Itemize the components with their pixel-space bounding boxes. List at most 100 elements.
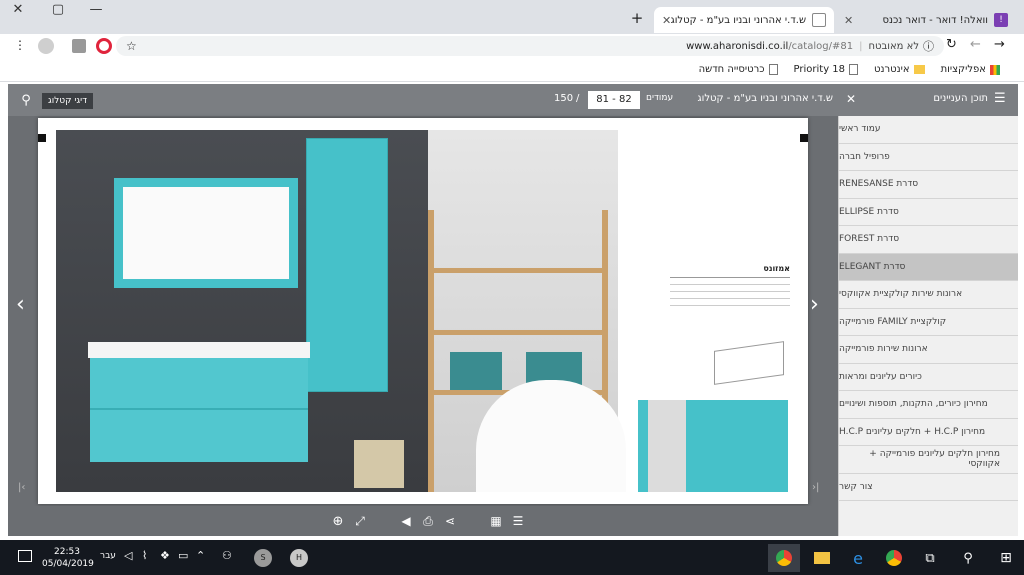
search-button[interactable]: דיגי קטלוג <box>42 93 94 109</box>
show-hidden-icon[interactable]: ⌃ <box>196 549 205 562</box>
new-tab-icon[interactable]: + <box>628 9 646 27</box>
bathroom-photo-right <box>428 130 626 492</box>
browser-tab-bar: ✕ ▢ — + ש.ד.י אהרוני ובניו בע"מ - קטלוג … <box>0 0 1024 34</box>
zoom-in-icon[interactable]: ⊕ <box>330 513 346 529</box>
list-view-icon[interactable]: ☰ <box>510 513 526 529</box>
close-tab-icon[interactable]: ✕ <box>844 14 853 27</box>
toc-item-price-formica[interactable]: מחירון חלקים עליונים פורמייקה + אקווקסי <box>839 446 1018 474</box>
sound-icon[interactable]: ◀ <box>398 513 414 529</box>
toc-item-contact[interactable]: צור קשר <box>839 474 1018 501</box>
book-spread[interactable]: אמזונס <box>38 118 808 504</box>
toc-item-formica-cabinets[interactable]: ארונות שירות פורמייקה <box>839 336 1018 364</box>
chrome-icon[interactable] <box>878 544 910 572</box>
clock[interactable]: 22:53 05/04/2019 <box>42 546 94 570</box>
corner-tag-left <box>38 134 46 142</box>
search-icon[interactable]: ⚲ <box>18 92 34 108</box>
close-window-icon[interactable]: ✕ <box>6 2 30 22</box>
toc-item-sinks-mirrors[interactable]: כיורים עליונים ומראות <box>839 364 1018 391</box>
pages-label: עמודים <box>646 93 674 103</box>
bathroom-photo-left <box>56 130 428 492</box>
url-host: www.aharonisdi.co.il <box>686 40 789 52</box>
flipbook-stage: ‹ › |‹ ›| אמזונס <box>8 116 838 506</box>
toc-item-forest[interactable]: סדרת FOREST <box>839 226 1018 254</box>
toc-list: עמוד ראשי פרופיל חברה סדרת RENESANSE סדר… <box>839 116 1018 501</box>
bookmark-apps[interactable]: אפליקציות <box>941 64 1000 75</box>
toc-item-aquoxy-cabinets[interactable]: ארונות שירות קולקציית אקווקסי <box>839 281 1018 309</box>
toc-item-price-sinks[interactable]: מחירון כיורים, התקנות, תוספות ושינויים <box>839 391 1018 419</box>
fullscreen-icon[interactable]: ⤢ <box>352 513 368 529</box>
tab-title: ש.ד.י אהרוני ובניו בע"מ - קטלוג <box>671 14 807 26</box>
detail-photo <box>638 400 788 492</box>
pdf-extension-icon[interactable] <box>72 39 86 53</box>
prev-page-icon[interactable]: ‹ <box>16 292 25 317</box>
url-path: /catalog/#81 <box>788 40 854 52</box>
url-field[interactable]: ⓘ לא מאובטח | www.aharonisdi.co.il /cata… <box>116 36 944 56</box>
toc-item-price-hcp[interactable]: מחירון H.C.P + חלקים עליונים H.C.P <box>839 419 1018 446</box>
bookmark-star-icon[interactable]: ☆ <box>126 39 137 53</box>
close-toc-icon[interactable]: ✕ <box>846 92 856 106</box>
print-icon[interactable]: ⎙ <box>420 513 436 529</box>
dropbox-icon[interactable]: ❖ <box>160 549 170 562</box>
taskbar-chrome-active[interactable] <box>768 544 800 572</box>
toc-item-elegant[interactable]: סדרת ELEGANT <box>839 253 1018 281</box>
list-icon[interactable]: ☰ <box>994 91 1006 106</box>
thumbnails-icon[interactable]: ▦ <box>488 513 504 529</box>
page-number-input[interactable]: 81 - 82 <box>588 91 640 109</box>
task-view-icon[interactable]: ⧉ <box>914 544 946 572</box>
bookmark-new-tab[interactable]: כרטיסייה חדשה <box>699 64 778 75</box>
notifications-icon[interactable] <box>18 550 32 562</box>
sink-counter <box>88 342 310 358</box>
catalog-header: ⚲ דיגי קטלוג 150 / 81 - 82 עמודים ש.ד.י … <box>8 84 1018 116</box>
bookmark-priority[interactable]: Priority 18 <box>794 64 859 75</box>
basket <box>354 440 404 488</box>
toc-item-company-profile[interactable]: פרופיל חברה <box>839 144 1018 171</box>
toc-item-home[interactable]: עמוד ראשי <box>839 116 1018 144</box>
search-icon[interactable]: ⚲ <box>952 544 984 572</box>
start-icon[interactable]: ⊞ <box>990 544 1022 572</box>
maximize-icon[interactable]: ▢ <box>46 2 70 22</box>
toc-item-ellipse[interactable]: סדרת ELLIPSE <box>839 199 1018 226</box>
network-icon[interactable]: ⌇ <box>142 549 147 562</box>
mirror <box>114 178 298 288</box>
info-icon: ⓘ <box>923 40 934 53</box>
avatar[interactable]: S <box>254 549 272 567</box>
bookmark-internet[interactable]: אינטרנט <box>874 64 925 75</box>
walla-icon: ! <box>994 13 1008 27</box>
catalog-toolbar: ⊕ ⤢ ◀ ⎙ ⋖ ▦ ☰ <box>8 506 838 536</box>
page-separator: / <box>576 93 580 104</box>
toc-item-family[interactable]: קולקציית FAMILY פורמייקה <box>839 309 1018 336</box>
page-icon <box>812 13 826 27</box>
tab-catalog[interactable]: ש.ד.י אהרוני ובניו בע"מ - קטלוג ✕ <box>654 7 834 33</box>
extension-icon[interactable] <box>38 38 54 54</box>
apps-icon <box>990 64 1000 75</box>
tray-icon[interactable]: ▭ <box>178 549 188 562</box>
close-tab-icon[interactable]: ✕ <box>662 14 671 27</box>
forward-icon[interactable]: ← <box>970 37 981 52</box>
edge-icon[interactable]: e <box>842 544 874 572</box>
address-bar: ⋮ ⓘ לא מאובטח | www.aharonisdi.co.il /ca… <box>0 34 1024 58</box>
people-icon[interactable]: ⚇ <box>222 549 232 562</box>
reload-icon[interactable]: ↻ <box>946 37 957 52</box>
toc-sidebar: עמוד ראשי פרופיל חברה סדרת RENESANSE סדר… <box>838 116 1018 536</box>
share-icon[interactable]: ⋖ <box>442 513 458 529</box>
menu-icon[interactable]: ⋮ <box>14 38 26 52</box>
cabinet-diagram <box>714 341 784 385</box>
volume-icon[interactable]: ◁ <box>124 549 132 562</box>
language-indicator[interactable]: עבר <box>100 551 116 561</box>
folder-icon <box>913 65 925 74</box>
toc-item-renesanse[interactable]: סדרת RENESANSE <box>839 171 1018 199</box>
minimize-icon[interactable]: — <box>84 2 108 22</box>
last-page-icon[interactable]: ›| <box>812 482 819 493</box>
clock-date: 05/04/2019 <box>42 559 94 569</box>
file-explorer-icon[interactable] <box>806 544 838 572</box>
tall-cabinet <box>306 138 388 392</box>
opera-icon[interactable] <box>96 38 112 54</box>
tab-walla-mail[interactable]: ! וואלה! דואר - דואר נכנס ✕ <box>836 7 1016 33</box>
next-page-icon[interactable]: › <box>810 292 819 317</box>
avatar[interactable]: H <box>290 549 308 567</box>
chrome-icon <box>776 550 792 566</box>
back-icon[interactable]: → <box>994 37 1005 52</box>
spec-table: אמזונס <box>670 264 790 344</box>
first-page-icon[interactable]: |‹ <box>18 482 25 493</box>
corner-tag-right <box>800 134 808 142</box>
